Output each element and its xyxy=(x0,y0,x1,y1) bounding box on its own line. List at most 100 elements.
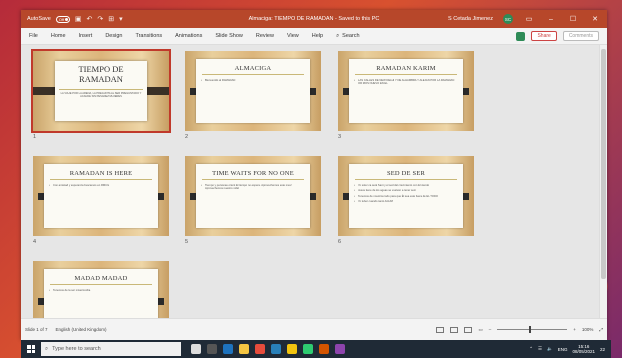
autosave-label: AutoSave xyxy=(27,16,51,22)
slide-band xyxy=(310,193,316,200)
customize-icon[interactable]: ▾ xyxy=(119,15,123,23)
slide-band xyxy=(463,88,469,95)
slide-content: ALMACIGA Bienvenido al RAMADAN xyxy=(196,59,310,123)
excel-icon[interactable] xyxy=(303,344,313,354)
status-bar: Slide 1 of 7 English (United Kingdom) ▭ … xyxy=(21,318,607,340)
slide-sorter-view-icon[interactable] xyxy=(450,326,459,333)
minimize-icon[interactable]: – xyxy=(545,16,557,23)
system-tray: ⌃ ☰ 🔈 ENG 15:16 08/05/2021 22 xyxy=(529,344,611,355)
slide-bullet: Jesus tiene de los aguas se vuelven a te… xyxy=(354,189,457,193)
comment-indicator-icon[interactable] xyxy=(516,31,526,41)
menu-right: Share Comments xyxy=(516,31,599,41)
chrome-icon[interactable] xyxy=(255,344,265,354)
slide-title: ALMACIGA xyxy=(202,65,304,75)
sticky-notes-icon[interactable] xyxy=(287,344,297,354)
slide-number: 4 xyxy=(33,239,37,245)
search-box[interactable]: ⌕ Search xyxy=(336,33,360,40)
reading-view-icon[interactable] xyxy=(464,326,473,333)
taskbar-search-box[interactable]: ⌕ Type here to search xyxy=(41,342,181,356)
slide-thumbnail-6[interactable]: SED DE SER Yo soler ca será Sant y el se… xyxy=(338,156,474,236)
slide-bullets: Bienvenido al RAMADAN xyxy=(201,79,304,83)
normal-view-icon[interactable] xyxy=(436,326,445,333)
powerpoint-icon[interactable] xyxy=(319,344,329,354)
slide-bullet: Yo tuber cuando tanto AGUM xyxy=(354,200,457,204)
slide-subtitle: LA VIAJE POR LA ARENA, LA PREGUNTA AL SE… xyxy=(59,88,143,99)
tab-home[interactable]: Home xyxy=(51,33,66,39)
taskbar-clock[interactable]: 15:16 08/05/2021 xyxy=(572,344,595,355)
search-icon: ⌕ xyxy=(336,32,340,39)
powerpoint-window: AutoSave Off ▣ ↶ ↷ ⊞ ▾ Almaciga: TIEMPO … xyxy=(21,10,607,340)
slide-content: MADAD MADAD Tenemos de la ser misericord… xyxy=(44,269,158,318)
tab-design[interactable]: Design xyxy=(105,33,122,39)
zoom-slider[interactable] xyxy=(497,326,568,333)
user-avatar[interactable]: SC xyxy=(503,14,513,24)
comments-button[interactable]: Comments xyxy=(562,31,599,41)
scroll-thumb[interactable] xyxy=(601,49,606,279)
slide-bullet: Tenemos de nosotros todo para que Él sea… xyxy=(354,195,457,199)
slide-content: RAMADAN IS HERE Con amistad y esperanza … xyxy=(44,164,158,228)
slide-bullets: Tenemos de la ser misericordia xyxy=(49,289,152,293)
start-button[interactable] xyxy=(21,340,41,358)
slide-title: TIEMPO DE RAMADAN xyxy=(78,64,124,84)
notification-count[interactable]: 22 xyxy=(600,347,605,352)
windows-taskbar: ⌕ Type here to search ⌃ ☰ 🔈 ENG 15:16 08… xyxy=(21,340,611,358)
slide-thumbnail-2[interactable]: ALMACIGA Bienvenido al RAMADAN xyxy=(185,51,321,131)
autosave-state: Off xyxy=(58,16,65,22)
slideshow-view-icon[interactable]: ▭ xyxy=(478,327,482,333)
ribbon-display-icon[interactable]: ▭ xyxy=(523,15,535,23)
zoom-level[interactable]: 100% xyxy=(582,327,594,332)
save-icon[interactable]: ▣ xyxy=(75,15,82,23)
outlook-icon[interactable] xyxy=(271,344,281,354)
volume-icon[interactable]: 🔈 xyxy=(547,346,553,352)
teams-icon[interactable] xyxy=(335,344,345,354)
task-view-icon[interactable] xyxy=(191,344,201,354)
tab-review[interactable]: Review xyxy=(256,33,274,39)
tray-chevron-icon[interactable]: ⌃ xyxy=(529,346,533,352)
maximize-icon[interactable]: ☐ xyxy=(567,15,579,23)
tab-help[interactable]: Help xyxy=(312,33,323,39)
share-button[interactable]: Share xyxy=(531,31,557,41)
tab-insert[interactable]: Insert xyxy=(79,33,93,39)
ribbon-tabs: File Home Insert Design Transitions Anim… xyxy=(21,28,607,45)
tab-view[interactable]: View xyxy=(287,33,299,39)
slide-band xyxy=(158,298,164,305)
windows-logo-icon xyxy=(27,345,35,353)
tab-slide-show[interactable]: Slide Show xyxy=(215,33,243,39)
slide-title: SED DE SER xyxy=(355,170,457,180)
slide-title: MADAD MADAD xyxy=(50,275,152,285)
zoom-in-icon[interactable]: + xyxy=(573,327,576,332)
language-indicator[interactable]: English (United Kingdom) xyxy=(56,327,107,332)
fit-to-window-icon[interactable]: ⤢ xyxy=(599,327,603,332)
slide-thumbnail-5[interactable]: TIME WAITS FOR NO ONE Tiempo y personas … xyxy=(185,156,321,236)
slide-thumbnail-4[interactable]: RAMADAN IS HERE Con amistad y esperanza … xyxy=(33,156,169,236)
file-manager-icon[interactable] xyxy=(207,344,217,354)
taskbar-apps xyxy=(191,344,345,354)
slide-thumbnail-7[interactable]: MADAD MADAD Tenemos de la ser misericord… xyxy=(33,261,169,318)
slide-band xyxy=(158,193,164,200)
tab-transitions[interactable]: Transitions xyxy=(135,33,162,39)
zoom-slider-thumb[interactable] xyxy=(529,326,532,333)
network-icon[interactable]: ☰ xyxy=(538,346,542,352)
tab-file[interactable]: File xyxy=(29,33,38,39)
present-icon[interactable]: ⊞ xyxy=(108,15,114,23)
edge-browser-icon[interactable] xyxy=(223,344,233,354)
redo-icon[interactable]: ↷ xyxy=(97,15,103,23)
slide-thumbnail-1[interactable]: TIEMPO DE RAMADAN LA VIAJE POR LA ARENA,… xyxy=(31,49,171,133)
vertical-scrollbar[interactable] xyxy=(599,45,607,318)
slide-title: RAMADAN KARIM xyxy=(355,65,457,75)
zoom-out-icon[interactable]: – xyxy=(489,327,492,332)
folder-icon[interactable] xyxy=(239,344,249,354)
slide-bullet: Tiempo y personas orient El tiempo no es… xyxy=(201,184,304,191)
autosave-toggle[interactable]: Off xyxy=(55,15,70,23)
slide-title: RAMADAN IS HERE xyxy=(50,170,152,180)
taskbar-search-placeholder: Type here to search xyxy=(52,346,101,352)
slide-thumbnail-3[interactable]: RAMADAN KARIM LAS CALLES DE NEW DELHI Y … xyxy=(338,51,474,131)
title-bar-right: S Cetada Jimenez SC ▭ – ☐ ✕ xyxy=(448,14,601,24)
title-bar: AutoSave Off ▣ ↶ ↷ ⊞ ▾ Almaciga: TIEMPO … xyxy=(21,10,607,28)
tab-animations[interactable]: Animations xyxy=(175,33,202,39)
search-label: Search xyxy=(342,33,360,39)
slide-number: 2 xyxy=(185,134,189,140)
keyboard-language[interactable]: ENG xyxy=(558,347,568,352)
undo-icon[interactable]: ↶ xyxy=(86,15,92,23)
close-icon[interactable]: ✕ xyxy=(589,15,601,23)
